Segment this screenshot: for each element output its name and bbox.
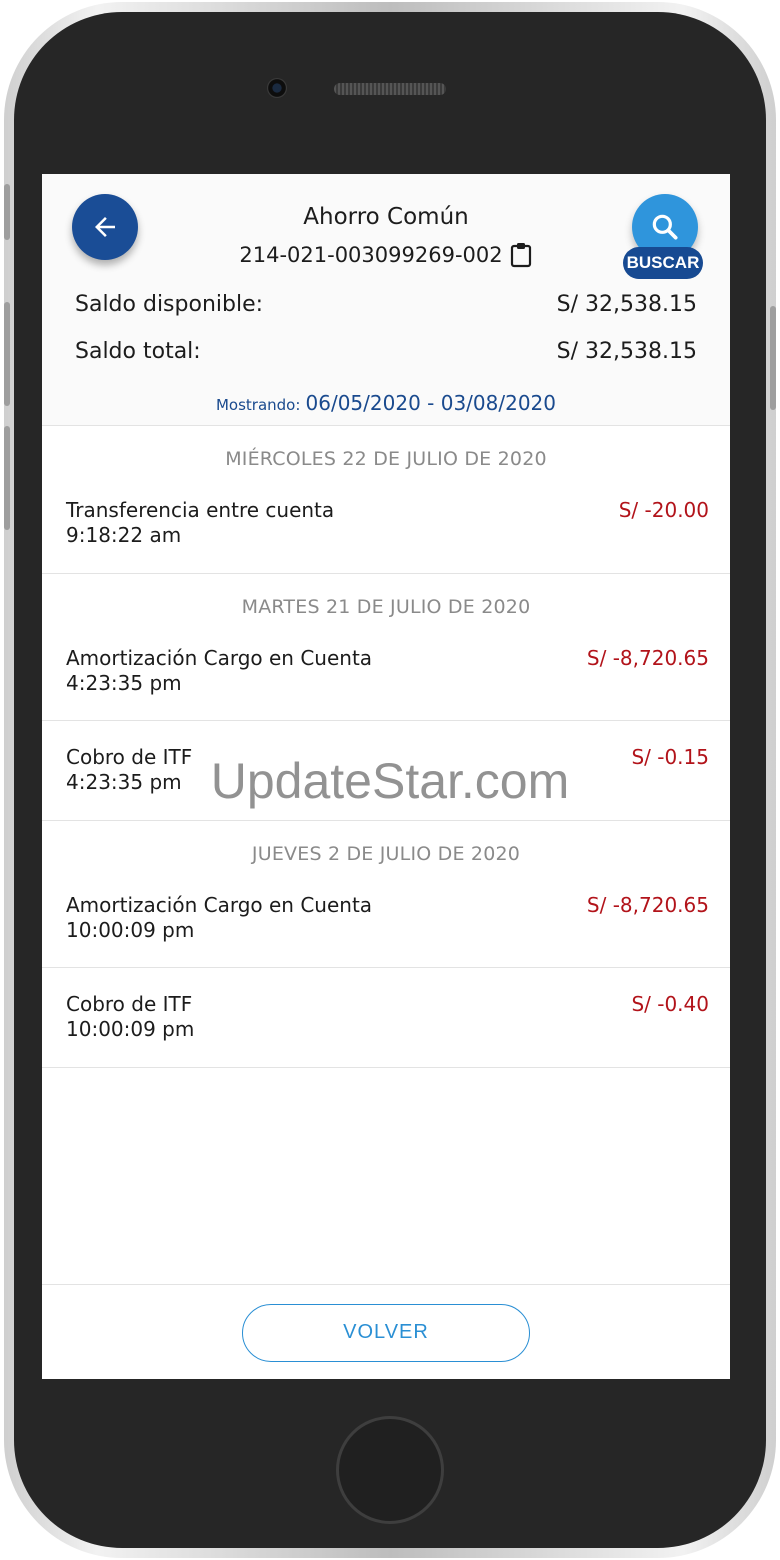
app-screen: Ahorro Común 214-021-003099269-002 BUSCA… [42,174,730,1379]
account-number-row: 214-021-003099269-002 [182,242,590,268]
transaction-row[interactable]: Cobro de ITF 10:00:09 pm S/ -0.40 [42,968,730,1067]
transaction-amount: S/ -8,720.65 [586,893,709,917]
transaction-description: Transferencia entre cuenta [66,498,335,522]
earpiece-speaker [334,83,446,95]
footer-bar: VOLVER [42,1284,730,1379]
transaction-time: 10:00:09 pm [66,1017,195,1041]
available-balance-value: S/ 32,538.15 [556,292,697,317]
day-group: MIÉRCOLES 22 DE JULIO DE 2020 Transferen… [42,426,730,574]
transaction-amount: S/ -0.15 [631,745,709,769]
transaction-row[interactable]: Cobro de ITF 4:23:35 pm S/ -0.15 [42,721,730,820]
transaction-description: Cobro de ITF [66,745,193,769]
total-balance-label: Saldo total: [75,339,201,364]
volver-button[interactable]: VOLVER [242,1304,530,1362]
transaction-amount: S/ -20.00 [618,498,709,522]
search-label[interactable]: BUSCAR [623,247,703,279]
available-balance-label: Saldo disponible: [75,292,264,317]
transaction-description: Cobro de ITF [66,992,193,1016]
transaction-amount: S/ -0.40 [631,992,709,1016]
volume-down-button [4,426,10,530]
day-header: MARTES 21 DE JULIO DE 2020 [241,596,531,618]
volume-up-button [4,302,10,406]
power-button [770,306,776,410]
transaction-description: Amortización Cargo en Cuenta [66,893,373,917]
day-group: MARTES 21 DE JULIO DE 2020 Amortización … [42,574,730,821]
date-range: Mostrando: 06/05/2020 - 03/08/2020 [42,391,730,415]
day-header: JUEVES 2 DE JULIO DE 2020 [251,843,521,865]
transaction-row[interactable]: Transferencia entre cuenta 9:18:22 am S/… [42,474,730,573]
mute-switch [4,184,10,240]
available-balance-row: Saldo disponible: S/ 32,538.15 [75,292,697,317]
transaction-time: 9:18:22 am [66,523,182,547]
home-button[interactable] [336,1416,444,1524]
transaction-row[interactable]: Amortización Cargo en Cuenta 10:00:09 pm… [42,869,730,968]
day-group: JUEVES 2 DE JULIO DE 2020 Amortización C… [42,821,730,1068]
total-balance-value: S/ 32,538.15 [556,339,697,364]
total-balance-row: Saldo total: S/ 32,538.15 [75,339,697,364]
date-range-value: 06/05/2020 - 03/08/2020 [305,391,556,415]
transaction-amount: S/ -8,720.65 [586,646,709,670]
account-header: Ahorro Común 214-021-003099269-002 BUSCA… [42,174,730,426]
transaction-description: Amortización Cargo en Cuenta [66,646,373,670]
account-number: 214-021-003099269-002 [239,243,503,267]
arrow-left-icon [95,217,115,237]
clipboard-icon[interactable] [509,242,533,268]
account-name: Ahorro Común [303,204,469,230]
transaction-row[interactable]: Amortización Cargo en Cuenta 4:23:35 pm … [42,622,730,721]
transaction-time: 4:23:35 pm [66,671,182,695]
transaction-list: MIÉRCOLES 22 DE JULIO DE 2020 Transferen… [42,426,730,1068]
transaction-time: 10:00:09 pm [66,918,195,942]
front-camera [267,78,287,98]
day-header: MIÉRCOLES 22 DE JULIO DE 2020 [225,448,547,470]
back-button[interactable] [72,194,138,260]
magnifier-icon [652,214,678,240]
date-range-label: Mostrando: [215,396,301,414]
transaction-time: 4:23:35 pm [66,770,182,794]
